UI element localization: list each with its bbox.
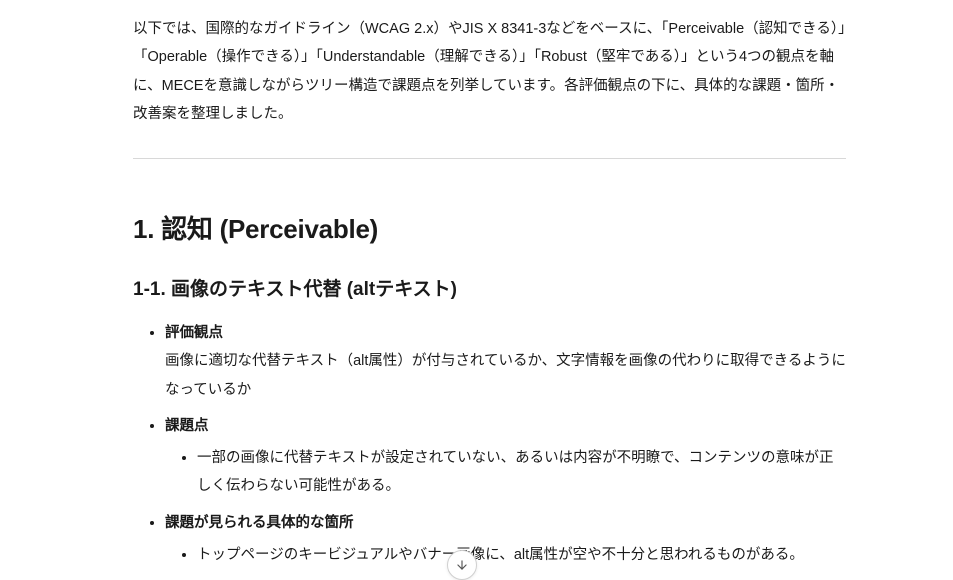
subsection-1-1-heading: 1-1. 画像のテキスト代替 (altテキスト) [133,274,846,301]
intro-paragraph: 以下では、国際的なガイドライン（WCAG 2.x）やJIS X 8341-3など… [133,15,846,128]
location-label: 課題が見られる具体的な箇所 [165,515,354,531]
location-sublist: トップページのキービジュアルやバナー画像に、alt属性が空や不十分と思われるもの… [165,541,846,569]
issue-label: 課題点 [165,418,209,434]
list-item: 課題点 一部の画像に代替テキストが設定されていない、あるいは内容が不明瞭で、コン… [165,412,846,501]
list-item: トップページのキービジュアルやバナー画像に、alt属性が空や不十分と思われるもの… [197,541,846,569]
list-item: 課題が見られる具体的な箇所 トップページのキービジュアルやバナー画像に、alt属… [165,509,846,570]
list-item: 評価観点 画像に適切な代替テキスト（alt属性）が付与されているか、文字情報を画… [165,319,846,404]
section-1-heading: 1. 認知 (Perceivable) [133,209,846,246]
issue-sublist: 一部の画像に代替テキストが設定されていない、あるいは内容が不明瞭で、コンテンツの… [165,444,846,501]
evaluation-text: 画像に適切な代替テキスト（alt属性）が付与されているか、文字情報を画像の代わり… [165,353,846,397]
scroll-down-button[interactable] [447,550,477,580]
criteria-list: 評価観点 画像に適切な代替テキスト（alt属性）が付与されているか、文字情報を画… [133,319,846,569]
list-item: 一部の画像に代替テキストが設定されていない、あるいは内容が不明瞭で、コンテンツの… [197,444,846,501]
section-divider [133,158,846,159]
evaluation-label: 評価観点 [165,325,223,341]
arrow-down-icon [455,558,469,572]
document-content: 以下では、国際的なガイドライン（WCAG 2.x）やJIS X 8341-3など… [133,0,846,569]
